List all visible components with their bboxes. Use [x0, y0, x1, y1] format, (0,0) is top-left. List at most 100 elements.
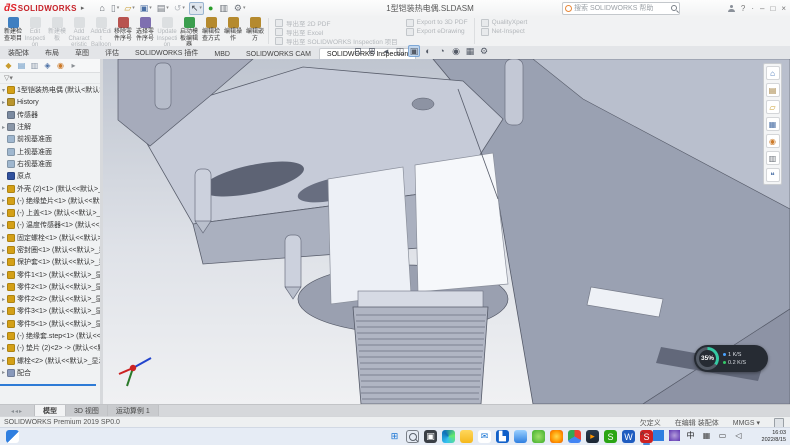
device-icon[interactable]: ▭	[717, 430, 728, 441]
propertymanager-tab-icon[interactable]: ▤	[16, 60, 27, 71]
edge-browser-icon[interactable]	[442, 430, 455, 443]
export-button[interactable]: Net-Inspect	[481, 27, 528, 36]
tree-item[interactable]: ▸ (-) 温度传感器<1> (默认<<默认>_	[0, 219, 100, 231]
tree-item[interactable]: ▸ 零件3<1> (默认<<默认>_显示状态	[0, 305, 100, 317]
store-icon[interactable]: ▙	[496, 430, 509, 443]
command-tab[interactable]: 评估	[97, 45, 127, 59]
tree-item[interactable]: 前视基准面	[0, 133, 100, 145]
dimxpertmanager-tab-icon[interactable]: ◈	[42, 60, 53, 71]
zoom-fit-icon[interactable]: ⊡	[352, 45, 364, 57]
export-button[interactable]: 导出至 SOLIDWORKS Inspection 项目	[275, 36, 398, 45]
home-tab-icon[interactable]: ⌂	[766, 66, 780, 80]
model-stud-sleeve[interactable]	[358, 291, 483, 309]
command-tab[interactable]: SOLIDWORKS CAM	[238, 48, 319, 59]
tree-root[interactable]: ▾ 1型铠装热电偶 (默认<默认>_显示状态-1	[0, 84, 100, 96]
volume-icon[interactable]: ◁	[733, 430, 744, 441]
ribbon-button[interactable]: 编辑嵌方	[244, 16, 266, 42]
file-explorer-icon[interactable]: ▱	[766, 100, 780, 114]
ribbon-button[interactable]: 选择零件序号	[134, 16, 156, 42]
tree-item[interactable]: ▸ 注解	[0, 121, 100, 133]
command-tab[interactable]: 装配体	[0, 45, 37, 59]
close-button[interactable]: ×	[781, 4, 786, 13]
ime-toolbar-icon[interactable]: ▦	[701, 430, 712, 441]
tree-item[interactable]: ▸ (-) 绝缘垫片<1> (默认<<默认>_显示状	[0, 195, 100, 207]
cloud-app-icon[interactable]	[514, 430, 527, 443]
custom-properties-icon[interactable]: ▥	[766, 151, 780, 165]
tree-item[interactable]: ▸ (-) 垫片 (2)<2> -> (默认<<默认>	[0, 342, 100, 354]
expand-caret-icon[interactable]: ▸	[0, 197, 7, 204]
ime-ball-icon[interactable]	[669, 430, 680, 441]
expand-caret-icon[interactable]: ▸	[0, 185, 7, 192]
expand-caret-icon[interactable]: ▸	[0, 369, 7, 376]
view-settings-icon[interactable]: ⚙	[478, 45, 490, 57]
ribbon-button[interactable]: 编辑操作	[222, 16, 244, 42]
help-button[interactable]: ?	[741, 4, 745, 13]
print-icon[interactable]: ▤ ▾	[156, 3, 170, 14]
configurationmanager-tab-icon[interactable]: ▥	[29, 60, 40, 71]
mail-icon[interactable]: ✉	[478, 430, 491, 443]
search-icon[interactable]	[671, 5, 677, 11]
tree-item[interactable]: 右视基准面	[0, 158, 100, 170]
tree-item[interactable]: ▸ 零件1<1> (默认<<默认>_显示状态	[0, 268, 100, 280]
ribbon-button[interactable]: 移除零件序号	[112, 16, 134, 42]
search-input[interactable]: 搜索 SOLIDWORKS 帮助	[562, 2, 680, 15]
tree-filter[interactable]: ▽ ▾	[0, 73, 100, 84]
undo-icon[interactable]: ↺ ▾	[173, 3, 186, 14]
view-orientation-icon[interactable]: ▣	[408, 45, 420, 57]
widgets-button[interactable]	[6, 430, 19, 443]
expand-caret-icon[interactable]: ▸	[0, 259, 7, 266]
tree-item[interactable]: ▸ 配合	[0, 367, 100, 379]
apply-scene-icon[interactable]: ▦	[464, 45, 476, 57]
tree-item[interactable]: ▸ 密封圈<1> (默认<<默认>_显示状	[0, 244, 100, 256]
section-view-icon[interactable]: ◫	[394, 45, 406, 57]
tree-item[interactable]: ▸ (-) 绝缘套.step<1> (默认<<默认>	[0, 330, 100, 342]
expand-caret-icon[interactable]: ▸	[0, 124, 7, 131]
sign-in-icon[interactable]	[728, 5, 735, 12]
chrome-icon[interactable]	[568, 430, 581, 443]
model-threaded-stud[interactable]	[353, 307, 488, 404]
command-tab[interactable]: 草图	[67, 45, 97, 59]
units-selector[interactable]: MMGS ▾	[733, 419, 760, 427]
design-library-icon[interactable]: ▤	[766, 83, 780, 97]
firefox-icon[interactable]	[550, 430, 563, 443]
open-icon[interactable]: ▱ ▾	[123, 3, 135, 14]
tree-item[interactable]: 原点	[0, 170, 100, 182]
forum-icon[interactable]: ❝	[766, 168, 780, 182]
wps-icon[interactable]: S	[604, 430, 617, 443]
ribbon-button[interactable]: 编辑检查方式	[200, 16, 222, 42]
featuremanager-tab-icon[interactable]: ◆	[3, 60, 14, 71]
ribbon-button[interactable]: Add Characteristic	[68, 16, 90, 49]
displaymanager-tab-icon[interactable]: ◉	[55, 60, 66, 71]
expand-caret-icon[interactable]: ▸	[0, 357, 7, 364]
previous-view-icon[interactable]: ◂	[380, 45, 392, 57]
graphics-area[interactable]: 35% 1 K/S 0.2 K/S ⌂▤▱▦◉▥❝	[103, 59, 790, 404]
select-icon[interactable]: ↖ ▾	[189, 2, 204, 15]
export-button[interactable]: QualityXpert	[481, 18, 528, 27]
rollback-bar[interactable]	[0, 384, 96, 386]
taskbar-clock[interactable]: 16:03 2022/8/15	[762, 430, 786, 443]
tree-item[interactable]: ▸ 零件5<1> (默认<<默认>_显示状态	[0, 318, 100, 330]
expand-caret-icon[interactable]: ▸	[0, 283, 7, 290]
export-button[interactable]: Export to 3D PDF	[406, 18, 468, 27]
panel-tab-overflow-icon[interactable]: ▸	[68, 60, 79, 71]
tree-item[interactable]: ▸ 螺栓<2> (默认<<默认>_显示状态	[0, 355, 100, 367]
save-icon[interactable]: ▣ ▾	[139, 3, 153, 14]
expand-caret-icon[interactable]: ▸	[0, 222, 7, 229]
ime-lang-indicator[interactable]: 中	[685, 430, 696, 441]
help-caret[interactable]: ·	[751, 4, 754, 13]
performance-overlay-widget[interactable]: 35% 1 K/S 0.2 K/S	[694, 345, 768, 372]
file-explorer-icon[interactable]	[460, 430, 473, 443]
antivirus-icon[interactable]	[532, 430, 545, 443]
edit-appearance-icon[interactable]: ◉	[450, 45, 462, 57]
expand-caret-icon[interactable]: ▸	[0, 333, 7, 340]
expand-caret-icon[interactable]: ▸	[0, 345, 7, 352]
command-tab[interactable]: 布局	[37, 45, 67, 59]
tree-item[interactable]: ▸ 零件2<1> (默认<<默认>_显示状	[0, 281, 100, 293]
cad-model[interactable]	[103, 59, 790, 404]
screen-recorder-icon[interactable]: ▸	[586, 430, 599, 443]
start-button[interactable]: ⊞	[388, 430, 401, 443]
restore-button[interactable]: □	[770, 4, 775, 13]
ribbon-button[interactable]: 新建模板	[46, 16, 68, 42]
export-button[interactable]: Export eDrawing	[406, 27, 468, 36]
expand-caret-icon[interactable]: ▸	[0, 247, 7, 254]
